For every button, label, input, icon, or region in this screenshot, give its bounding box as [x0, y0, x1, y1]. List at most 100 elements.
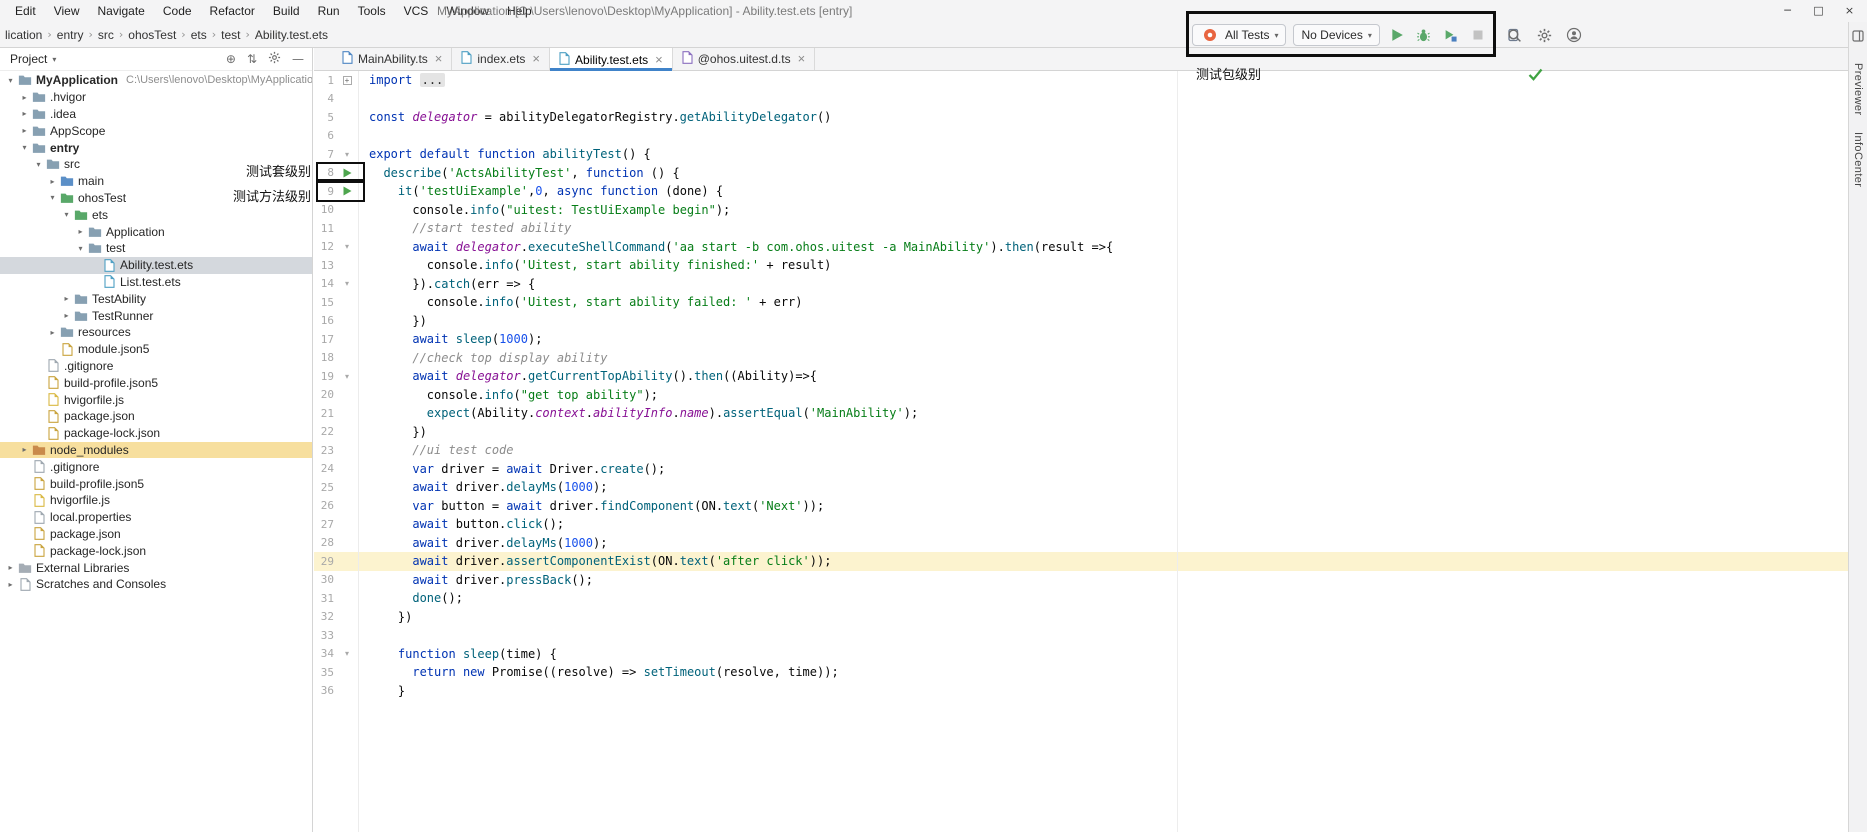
code-line[interactable]: 34▾ function sleep(time) { — [314, 645, 1848, 664]
code-line[interactable]: 18 //check top display ability — [314, 349, 1848, 368]
tree-chevron-icon[interactable]: ▸ — [18, 93, 31, 102]
tree-chevron-icon[interactable]: ▸ — [4, 563, 17, 572]
menu-vcs[interactable]: VCS — [395, 0, 438, 22]
menu-run[interactable]: Run — [309, 0, 349, 22]
code-line[interactable]: 17 await sleep(1000); — [314, 330, 1848, 349]
tree-item[interactable]: build-profile.json5 — [0, 475, 312, 492]
run-button[interactable] — [1387, 25, 1407, 45]
fold-expand-icon[interactable]: + — [343, 76, 352, 85]
tool-window-infocenter[interactable]: InfoCenter — [1852, 132, 1864, 187]
fold-marker-icon[interactable]: ▾ — [338, 279, 356, 288]
device-selector[interactable]: No Devices ▾ — [1293, 24, 1379, 46]
tree-item[interactable]: ▾entry — [0, 139, 312, 156]
locate-file-icon[interactable]: ⊕ — [226, 52, 236, 66]
tree-item[interactable]: package.json — [0, 526, 312, 543]
user-avatar-icon[interactable] — [1564, 25, 1584, 45]
code-line[interactable]: 6 — [314, 127, 1848, 146]
tree-chevron-icon[interactable]: ▾ — [74, 244, 87, 253]
code-line[interactable]: 30 await driver.pressBack(); — [314, 571, 1848, 590]
tree-item[interactable]: package.json — [0, 408, 312, 425]
menu-view[interactable]: View — [45, 0, 89, 22]
run-coverage-button[interactable] — [1441, 25, 1461, 45]
code-line[interactable]: 28 await driver.delayMs(1000); — [314, 534, 1848, 553]
tree-item[interactable]: package-lock.json — [0, 425, 312, 442]
tree-chevron-icon[interactable]: ▸ — [18, 445, 31, 454]
tree-item[interactable]: ▸Scratches and Consoles — [0, 576, 312, 593]
tab-close-icon[interactable]: × — [798, 54, 806, 64]
panel-settings-gear-icon[interactable] — [268, 51, 281, 67]
breadcrumb-item[interactable]: src — [95, 28, 117, 42]
tree-item[interactable]: .gitignore — [0, 358, 312, 375]
tree-chevron-icon[interactable]: ▾ — [60, 210, 73, 219]
menu-build[interactable]: Build — [264, 0, 309, 22]
menu-navigate[interactable]: Navigate — [88, 0, 153, 22]
code-line[interactable]: 36 } — [314, 682, 1848, 701]
gutter-run-test-icon[interactable] — [338, 186, 356, 196]
menu-code[interactable]: Code — [154, 0, 201, 22]
tab-close-icon[interactable]: × — [435, 54, 443, 64]
tree-chevron-icon[interactable]: ▸ — [46, 328, 59, 337]
code-line[interactable]: 24 var driver = await Driver.create(); — [314, 460, 1848, 479]
tree-chevron-icon[interactable]: ▾ — [18, 143, 31, 152]
code-line[interactable]: 9 it('testUiExample',0, async function (… — [314, 182, 1848, 201]
code-line[interactable]: 33 — [314, 626, 1848, 645]
maximize-icon[interactable]: □ — [1803, 0, 1834, 22]
tree-item[interactable]: ▸node_modules — [0, 442, 312, 459]
chevron-down-icon[interactable]: ▾ — [52, 55, 56, 64]
breadcrumb-item[interactable]: lication — [2, 28, 45, 42]
code-line[interactable]: 31 done(); — [314, 589, 1848, 608]
tree-item[interactable]: ▸AppScope — [0, 122, 312, 139]
tree-item[interactable]: ▸resources — [0, 324, 312, 341]
breadcrumb-item[interactable]: entry — [54, 28, 87, 42]
tree-chevron-icon[interactable]: ▾ — [32, 160, 45, 169]
breadcrumb-item[interactable]: ets — [188, 28, 210, 42]
code-line[interactable]: 1+import ... — [314, 71, 1848, 90]
menu-tools[interactable]: Tools — [349, 0, 395, 22]
tree-item[interactable]: ▸TestAbility — [0, 290, 312, 307]
debug-button[interactable] — [1414, 25, 1434, 45]
project-panel-title[interactable]: Project — [10, 52, 47, 66]
breadcrumb-item[interactable]: test — [218, 28, 243, 42]
tree-chevron-icon[interactable]: ▸ — [18, 109, 31, 118]
code-line[interactable]: 19▾ await delegator.getCurrentTopAbility… — [314, 367, 1848, 386]
tab-close-icon[interactable]: × — [655, 55, 663, 65]
code-line[interactable]: 29 await driver.assertComponentExist(ON.… — [314, 552, 1848, 571]
tab-close-icon[interactable]: × — [532, 54, 540, 64]
run-config-selector[interactable]: All Tests ▾ — [1192, 24, 1286, 46]
code-line[interactable]: 25 await driver.delayMs(1000); — [314, 478, 1848, 497]
stop-button[interactable] — [1468, 25, 1488, 45]
tree-item[interactable]: .gitignore — [0, 458, 312, 475]
tree-chevron-icon[interactable]: ▸ — [18, 126, 31, 135]
tree-item[interactable]: Ability.test.ets — [0, 257, 312, 274]
tree-item[interactable]: ▾ets — [0, 206, 312, 223]
code-line[interactable]: 23 //ui test code — [314, 441, 1848, 460]
close-icon[interactable]: × — [1834, 0, 1865, 22]
tree-chevron-icon[interactable]: ▸ — [60, 294, 73, 303]
tree-item[interactable]: package-lock.json — [0, 542, 312, 559]
editor-tab[interactable]: Ability.test.ets× — [550, 48, 673, 71]
code-line[interactable]: 32 }) — [314, 608, 1848, 627]
tool-window-previewer[interactable]: Previewer — [1852, 63, 1864, 116]
tree-item[interactable]: ▸TestRunner — [0, 307, 312, 324]
fold-marker-icon[interactable]: ▾ — [338, 150, 356, 159]
tree-item[interactable]: ▸Application — [0, 223, 312, 240]
code-line[interactable]: 35 return new Promise((resolve) => setTi… — [314, 663, 1848, 682]
code-editor[interactable]: 1+import ...45const delegator = abilityD… — [314, 71, 1848, 832]
tree-chevron-icon[interactable]: ▸ — [74, 227, 87, 236]
code-line[interactable]: 7▾export default function abilityTest() … — [314, 145, 1848, 164]
fold-marker-icon[interactable]: ▾ — [338, 242, 356, 251]
code-line[interactable]: 15 console.info('Uitest, start ability f… — [314, 293, 1848, 312]
code-line[interactable]: 10 console.info("uitest: TestUiExample b… — [314, 201, 1848, 220]
code-line[interactable]: 20 console.info("get top ability"); — [314, 386, 1848, 405]
tree-item[interactable]: ▾MyApplicationC:\Users\lenovo\Desktop\My… — [0, 72, 312, 89]
tree-item[interactable]: ▸.idea — [0, 106, 312, 123]
hide-panel-icon[interactable]: — — [292, 52, 304, 66]
code-line[interactable]: 22 }) — [314, 423, 1848, 442]
code-line[interactable]: 4 — [314, 90, 1848, 109]
code-line[interactable]: 12▾ await delegator.executeShellCommand(… — [314, 238, 1848, 257]
tree-item[interactable]: module.json5 — [0, 341, 312, 358]
code-line[interactable]: 26 var button = await driver.findCompone… — [314, 497, 1848, 516]
tree-item[interactable]: build-profile.json5 — [0, 374, 312, 391]
tree-item[interactable]: local.properties — [0, 509, 312, 526]
tree-item[interactable]: ▸.hvigor — [0, 89, 312, 106]
